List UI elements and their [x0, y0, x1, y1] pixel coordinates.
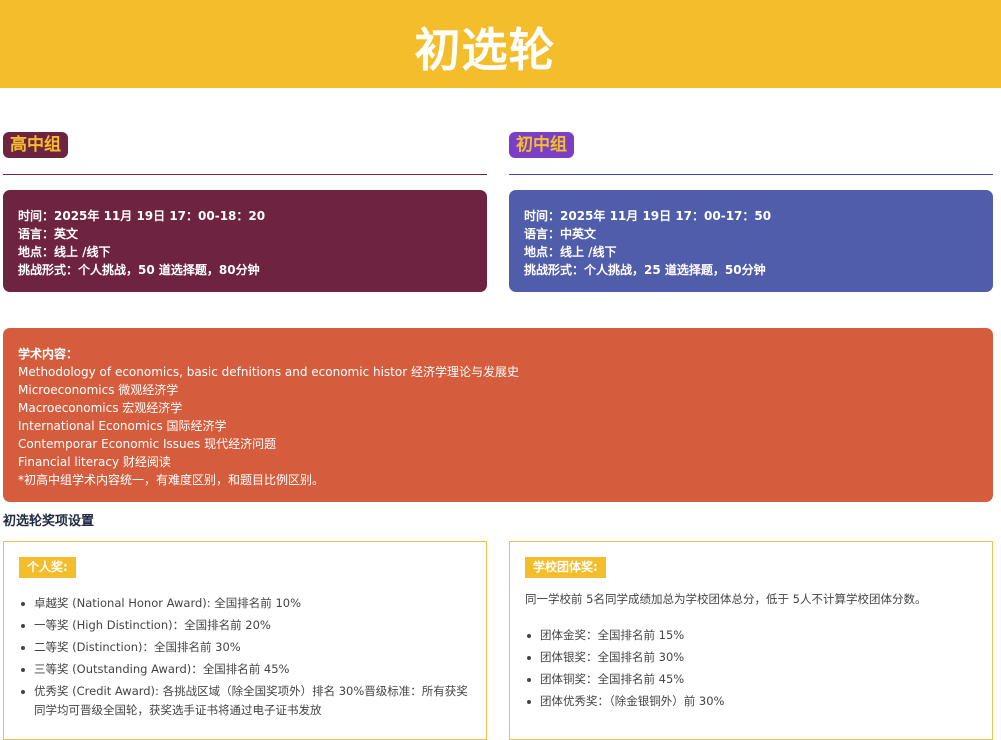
- list-item: 二等奖 (Distinction)：全国排名前 30%: [19, 638, 476, 657]
- high-school-divider: [3, 174, 487, 175]
- individual-awards-list: 卓越奖 (National Honor Award): 全国排名前 10% 一等…: [19, 594, 476, 723]
- list-item: 团体银奖：全国排名前 30%: [525, 648, 982, 667]
- academic-content-card: 学术内容： Methodology of economics, basic de…: [3, 328, 993, 502]
- junior-school-group-tag: 初中组: [509, 132, 574, 158]
- individual-awards-box: 个人奖: 卓越奖 (National Honor Award): 全国排名前 1…: [3, 541, 487, 740]
- list-item: 一等奖 (High Distinction)：全国排名前 20%: [19, 616, 476, 635]
- high-time: 时间：2025年 11月 19日 17：00-18：20: [18, 209, 266, 223]
- team-awards-intro: 同一学校前 5名同学成绩加总为学校团体总分，低于 5人不计算学校团体分数。: [525, 592, 927, 606]
- list-item: 团体铜奖：全国排名前 45%: [525, 670, 982, 689]
- team-awards-list: 团体金奖：全国排名前 15% 团体银奖：全国排名前 30% 团体铜奖：全国排名前…: [525, 626, 982, 714]
- academic-line: International Economics 国际经济学: [18, 419, 227, 433]
- junior-time: 时间：2025年 11月 19日 17：00-17：50: [524, 209, 772, 223]
- academic-line: Microeconomics 微观经济学: [18, 383, 179, 397]
- list-item: 团体优秀奖：（除金银铜外）前 30%: [525, 692, 982, 711]
- junior-school-info-card: 时间：2025年 11月 19日 17：00-17：50 语言：中英文 地点：线…: [509, 190, 993, 292]
- academic-line: Methodology of economics, basic defnitio…: [18, 365, 519, 379]
- high-location: 地点：线上 /线下: [18, 245, 111, 259]
- academic-line: Financial literacy 财经阅读: [18, 455, 171, 469]
- junior-language: 语言：中英文: [524, 227, 597, 241]
- academic-line: Macroeconomics 宏观经济学: [18, 401, 183, 415]
- awards-section-title: 初选轮奖项设置: [3, 514, 95, 529]
- high-school-info-card: 时间：2025年 11月 19日 17：00-18：20 语言：英文 地点：线上…: [3, 190, 487, 292]
- junior-location: 地点：线上 /线下: [524, 245, 617, 259]
- individual-awards-label: 个人奖:: [19, 557, 76, 578]
- junior-school-divider: [509, 174, 993, 175]
- academic-heading: 学术内容：: [18, 347, 79, 361]
- academic-note: *初高中组学术内容统一，有难度区别，和题目比例区别。: [18, 473, 325, 487]
- list-item: 三等奖 (Outstanding Award)：全国排名前 45%: [19, 660, 476, 679]
- title-banner: 初选轮: [0, 0, 1001, 88]
- academic-line: Contemporar Economic Issues 现代经济问题: [18, 437, 277, 451]
- team-awards-label: 学校团体奖:: [525, 557, 606, 578]
- list-item: 卓越奖 (National Honor Award): 全国排名前 10%: [19, 594, 476, 613]
- page-title: 初选轮: [414, 23, 556, 77]
- team-awards-box: 学校团体奖: 同一学校前 5名同学成绩加总为学校团体总分，低于 5人不计算学校团…: [509, 541, 993, 740]
- high-format: 挑战形式：个人挑战，50 道选择题，80分钟: [18, 263, 260, 277]
- high-school-group-tag: 高中组: [3, 132, 68, 158]
- high-language: 语言：英文: [18, 227, 79, 241]
- junior-format: 挑战形式：个人挑战，25 道选择题，50分钟: [524, 263, 766, 277]
- list-item: 优秀奖 (Credit Award): 各挑战区域（除全国奖项外）排名 30%晋…: [19, 682, 476, 720]
- list-item: 团体金奖：全国排名前 15%: [525, 626, 982, 645]
